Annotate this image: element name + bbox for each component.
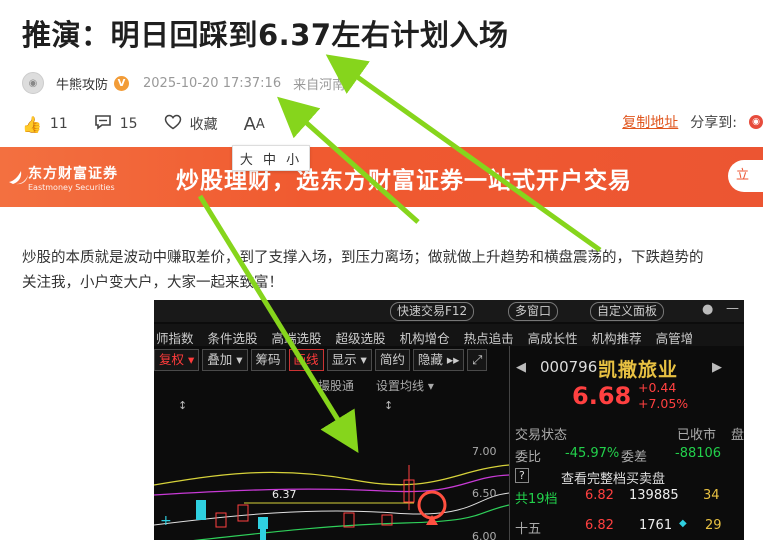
expand-icon: ⤢ xyxy=(467,349,488,371)
tool-button: 简约 xyxy=(374,349,410,371)
paragraph-line: 炒股的本质就是波动中赚取差价，到了支撑入场，到压力离场；做就做上升趋势和横盘震荡… xyxy=(22,250,704,266)
brand-name-en: Eastmoney Securities xyxy=(28,183,115,192)
y-tick: 7.00 xyxy=(472,445,497,458)
favorite-button[interactable]: 收藏 xyxy=(164,114,218,134)
article-meta: ◉ 牛熊攻防 V 2025-10-20 17:37:16 来自河南 xyxy=(22,72,345,94)
font-size-small: A xyxy=(255,116,265,132)
like-button[interactable]: 👍 11 xyxy=(22,115,68,134)
article-title: 推演：明日回踩到6.37左右计划入场 xyxy=(22,18,509,52)
copy-link-button[interactable]: 复制地址 xyxy=(622,112,678,132)
nav-item: 热点追击 xyxy=(463,331,514,346)
stock-name: 凯撒旅业 xyxy=(598,359,679,381)
quick-trade-pill: 快速交易F12 xyxy=(390,302,475,321)
tool-button: 画线 xyxy=(288,349,324,371)
ad-banner[interactable]: 东方财富证券 Eastmoney Securities 炒股理财，选东方财富证券… xyxy=(0,147,763,207)
comment-count: 15 xyxy=(119,116,138,132)
y-tick: 6.00 xyxy=(472,530,497,540)
chart-toolbar: 复权 ▾ 叠加 ▾ 筹码 画线 显示 ▾ 简约 隐藏 ▸▸ ⤢ xyxy=(154,349,509,373)
comment-icon xyxy=(94,114,112,134)
quote-row: 十五 6.82 1761 ◆ 29 xyxy=(515,518,722,537)
y-tick: 6.50 xyxy=(472,487,497,500)
user-icon: ● xyxy=(702,302,714,317)
author-avatar[interactable]: ◉ xyxy=(22,72,44,94)
brand-name-cn: 东方财富证券 xyxy=(28,166,118,182)
stock-code: 000796 xyxy=(540,358,598,376)
kline-chart: ↕ ↕ 6.37 + xyxy=(154,399,509,540)
heart-icon xyxy=(164,114,182,134)
quote-row: 委比 -45.97% 委差 -88106 xyxy=(515,446,722,465)
publish-location: 来自河南 xyxy=(293,77,346,93)
share-area: 复制地址 分享到: ◉ xyxy=(622,112,763,132)
prev-stock-icon: ◀ xyxy=(516,360,526,375)
quote-row: 交易状态 已收市 盘 xyxy=(515,428,744,443)
marker-icon: ↕ xyxy=(178,399,187,412)
favorite-label: 收藏 xyxy=(189,117,218,133)
support-price-label: 6.37 xyxy=(272,488,297,501)
custom-panel-pill: 自定义面板 xyxy=(590,302,665,321)
nav-item: 高成长性 xyxy=(527,331,578,346)
stock-price: 6.68 xyxy=(572,382,632,410)
font-size-large: A xyxy=(243,113,256,135)
tool-button: 叠加 ▾ xyxy=(202,349,248,371)
comment-button[interactable]: 15 xyxy=(94,114,138,134)
stock-change: +0.44 +7.05% xyxy=(638,380,688,412)
weibo-share-icon[interactable]: ◉ xyxy=(749,115,763,129)
paragraph-line: 关注我，小户变大户，大家一起来致富！ xyxy=(22,275,283,291)
quote-row: 共19档 6.82 139885 34 xyxy=(515,488,720,507)
nav-item: 高端选股 xyxy=(271,331,322,346)
software-nav: 师指数 条件选股 高端选股 超级选股 机构增仓 热点追击 高成长性 机构推荐 高… xyxy=(154,324,744,346)
tool-button: 隐藏 ▸▸ xyxy=(412,349,465,371)
chart-sublabel: 撮股通 xyxy=(318,379,355,393)
thumbs-up-icon: 👍 xyxy=(22,114,42,134)
quote-header: ◀ 000796 凯撒旅业 ▶ xyxy=(510,352,744,382)
nav-item: 高管增 xyxy=(655,331,694,346)
font-size-tooltip[interactable]: 大 中 小 xyxy=(232,145,310,171)
full-orderbook-link: ? 查看完整档买卖盘 xyxy=(515,468,725,487)
banner-open-account-button[interactable]: 立 xyxy=(728,160,763,192)
next-stock-icon: ▶ xyxy=(712,360,722,375)
nav-item: 条件选股 xyxy=(207,331,258,346)
chart-sublabel: 设置均线 ▾ xyxy=(376,379,434,393)
font-size-button[interactable]: AA xyxy=(244,114,265,135)
minimize-icon: — xyxy=(726,301,739,316)
multi-window-pill: 多窗口 xyxy=(508,302,559,321)
stock-software-screenshot: 快速交易F12 多窗口 自定义面板 ● — 师指数 条件选股 高端选股 超级选股… xyxy=(154,300,744,540)
share-label: 分享到: xyxy=(690,115,737,131)
verified-badge-icon: V xyxy=(114,75,130,91)
software-topbar: 快速交易F12 多窗口 自定义面板 ● — xyxy=(154,300,744,322)
nav-item: 超级选股 xyxy=(335,331,386,346)
nav-item: 机构增仓 xyxy=(399,331,450,346)
marker-icon: ↕ xyxy=(384,399,393,412)
change-percent: +7.05% xyxy=(638,396,689,411)
tool-button: 筹码 xyxy=(250,349,286,371)
quote-panel: ◀ 000796 凯撒旅业 ▶ 6.68 +0.44 +7.05% 交易状态 已… xyxy=(509,346,744,540)
like-count: 11 xyxy=(49,116,68,132)
nav-item: 师指数 xyxy=(156,331,194,346)
tool-button: 复权 ▾ xyxy=(154,349,200,371)
nav-item: 机构推荐 xyxy=(591,331,642,346)
svg-text:+: + xyxy=(160,513,172,529)
change-value: +0.44 xyxy=(638,380,677,395)
banner-brand: 东方财富证券 Eastmoney Securities xyxy=(28,163,118,192)
article-body: 炒股的本质就是波动中赚取差价，到了支撑入场，到压力离场；做就做上升趋势和横盘震荡… xyxy=(22,246,763,296)
author-name[interactable]: 牛熊攻防 xyxy=(56,74,108,93)
publish-datetime: 2025-10-20 17:37:16 xyxy=(143,75,282,91)
tool-button: 显示 ▾ xyxy=(326,349,372,371)
